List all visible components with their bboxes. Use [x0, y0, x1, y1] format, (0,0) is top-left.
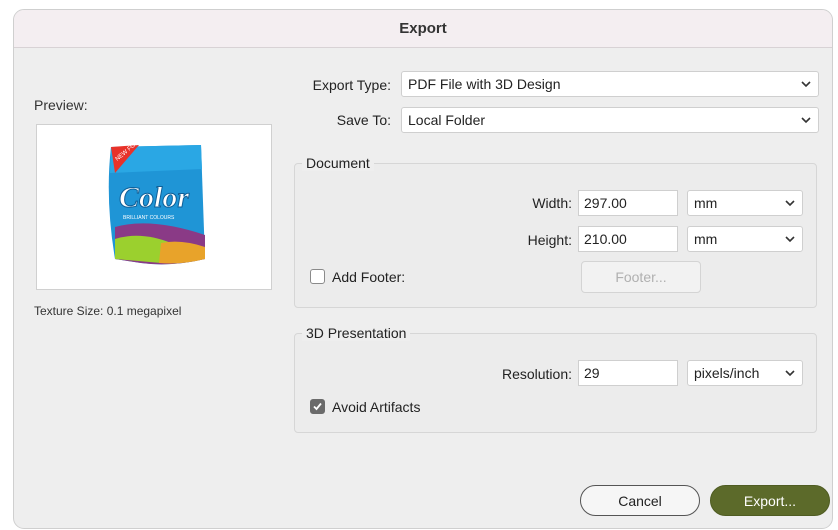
export-type-label: Export Type: — [312, 77, 391, 93]
resolution-unit-value: pixels/inch — [694, 365, 760, 381]
chevron-down-icon — [785, 236, 795, 243]
resolution-input[interactable]: 29 — [578, 360, 678, 386]
chevron-down-icon — [801, 81, 811, 88]
chevron-down-icon — [801, 117, 811, 124]
export-type-value: PDF File with 3D Design — [408, 76, 561, 92]
add-footer-label: Add Footer: — [332, 269, 406, 285]
export-button[interactable]: Export... — [710, 485, 830, 516]
window-title: Export — [14, 10, 832, 48]
presentation-group-title: 3D Presentation — [302, 325, 411, 341]
save-to-value: Local Folder — [408, 112, 486, 128]
footer-button[interactable]: Footer... — [581, 261, 701, 293]
width-unit-value: mm — [694, 195, 718, 211]
chevron-down-icon — [785, 200, 795, 207]
export-dialog: Export Preview: NEW FORMULA Color BRILLI… — [13, 9, 833, 529]
preview-image: NEW FORMULA Color BRILLIANT COLOURS — [36, 124, 272, 290]
export-type-select[interactable]: PDF File with 3D Design — [401, 71, 819, 97]
width-input[interactable]: 297.00 — [578, 190, 678, 216]
document-group-title: Document — [302, 155, 374, 171]
add-footer-checkbox[interactable] — [310, 269, 325, 284]
resolution-label: Resolution: — [501, 366, 572, 382]
height-unit-select[interactable]: mm — [687, 226, 803, 252]
width-unit-select[interactable]: mm — [687, 190, 803, 216]
chevron-down-icon — [785, 370, 795, 377]
product-pouch-image: NEW FORMULA Color BRILLIANT COLOURS — [108, 139, 205, 265]
save-to-label: Save To: — [336, 112, 391, 128]
checkmark-icon — [313, 402, 322, 411]
save-to-select[interactable]: Local Folder — [401, 107, 819, 133]
height-input[interactable]: 210.00 — [578, 226, 678, 252]
resolution-unit-select[interactable]: pixels/inch — [687, 360, 803, 386]
preview-label: Preview: — [34, 97, 88, 113]
texture-size-text: Texture Size: 0.1 megapixel — [34, 304, 182, 318]
pouch-brand: Color — [119, 181, 189, 214]
width-label: Width: — [532, 195, 572, 211]
avoid-artifacts-label: Avoid Artifacts — [332, 399, 421, 415]
pouch-subtitle: BRILLIANT COLOURS — [123, 215, 175, 221]
height-unit-value: mm — [694, 231, 718, 247]
avoid-artifacts-checkbox[interactable] — [310, 399, 325, 414]
height-label: Height: — [527, 232, 572, 248]
cancel-button[interactable]: Cancel — [580, 485, 700, 516]
